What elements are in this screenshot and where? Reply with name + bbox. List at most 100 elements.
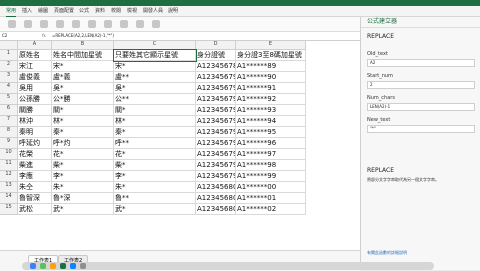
table-cell[interactable]: 關勝 [18, 105, 52, 116]
table-cell[interactable]: 秦明 [18, 127, 52, 138]
excel-icon[interactable] [60, 263, 66, 269]
number-format-icon[interactable] [72, 20, 80, 28]
table-cell[interactable]: A1******90 [236, 72, 306, 83]
tab-data[interactable]: 資料 [95, 6, 105, 16]
field-input-num-chars[interactable]: LEN(A2)-1 [367, 103, 475, 111]
table-cell[interactable]: A123456800 [196, 182, 236, 193]
row-header-2[interactable]: 2 [0, 61, 18, 72]
table-cell[interactable]: 盧** [114, 72, 196, 83]
table-cell[interactable]: A123456798 [196, 160, 236, 171]
table-cell[interactable]: 朱仝 [18, 182, 52, 193]
table-cell[interactable]: 魯** [114, 193, 196, 204]
table-cell[interactable]: A123456797 [196, 149, 236, 160]
table-cell[interactable]: 柴* [114, 160, 196, 171]
table-cell[interactable]: 武* [114, 204, 196, 215]
table-cell[interactable]: 柴* [52, 160, 114, 171]
table-cell[interactable]: 李* [114, 171, 196, 182]
table-cell[interactable]: 林沖 [18, 116, 52, 127]
table-cell[interactable]: A1******93 [236, 105, 306, 116]
table-cell[interactable]: A1******99 [236, 171, 306, 182]
table-cell[interactable]: 呼** [114, 138, 196, 149]
header-cell-id-masked[interactable]: 身分證3至8碼加星號 [236, 50, 306, 61]
table-cell[interactable]: 柴進 [18, 160, 52, 171]
table-cell[interactable]: 宋* [52, 61, 114, 72]
bold-icon[interactable] [40, 20, 48, 28]
table-cell[interactable]: 盧俊義 [18, 72, 52, 83]
table-cell[interactable]: A123456795 [196, 127, 236, 138]
column-header-a[interactable]: A [18, 41, 52, 50]
column-header-d[interactable]: D [196, 41, 236, 50]
select-all-corner[interactable] [0, 41, 18, 50]
field-input-start-num[interactable]: 2 [367, 81, 475, 89]
row-header-14[interactable]: 14 [0, 193, 18, 204]
table-cell[interactable]: 呼延灼 [18, 138, 52, 149]
sort-icon[interactable] [152, 20, 160, 28]
table-cell[interactable]: A123456801 [196, 193, 236, 204]
font-icon[interactable] [24, 20, 32, 28]
table-cell[interactable]: A123456796 [196, 138, 236, 149]
table-cell[interactable]: 盧*義 [52, 72, 114, 83]
delete-icon[interactable] [136, 20, 144, 28]
table-cell[interactable]: 李* [52, 171, 114, 182]
table-cell[interactable]: 林* [52, 116, 114, 127]
safari-icon[interactable] [70, 263, 76, 269]
table-cell[interactable]: A123456790 [196, 72, 236, 83]
table-cell[interactable]: A1******92 [236, 94, 306, 105]
table-cell[interactable]: A1******02 [236, 204, 306, 215]
row-header-7[interactable]: 7 [0, 116, 18, 127]
field-input-new-text[interactable]: "*" [367, 125, 475, 133]
help-link[interactable]: 有關此函數的詳細說明 [367, 250, 407, 256]
tab-home[interactable]: 常用 [6, 6, 17, 17]
tab-formulas[interactable]: 公式 [79, 6, 89, 16]
name-box[interactable]: C2 [2, 32, 26, 40]
table-cell[interactable]: A123456791 [196, 83, 236, 94]
table-cell[interactable]: A1******91 [236, 83, 306, 94]
table-cell[interactable]: A1******01 [236, 193, 306, 204]
row-header-12[interactable]: 12 [0, 171, 18, 182]
table-cell[interactable]: A123456802 [196, 204, 236, 215]
table-cell[interactable]: A123456792 [196, 94, 236, 105]
header-cell-id[interactable]: 身分證號 [196, 50, 236, 61]
table-cell[interactable]: 魯*深 [52, 193, 114, 204]
column-header-c[interactable]: C [114, 41, 196, 50]
table-cell[interactable]: 吳* [114, 83, 196, 94]
table-cell[interactable]: 花榮 [18, 149, 52, 160]
table-cell[interactable]: A1******98 [236, 160, 306, 171]
tab-help[interactable]: 說明 [168, 6, 178, 16]
column-header-e[interactable]: E [236, 41, 306, 50]
table-cell[interactable]: A123456793 [196, 105, 236, 116]
cell-style-icon[interactable] [88, 20, 96, 28]
table-cell[interactable]: A123456799 [196, 171, 236, 182]
table-cell[interactable]: 宋* [114, 61, 196, 72]
table-cell[interactable]: 武* [52, 204, 114, 215]
row-header-13[interactable]: 13 [0, 182, 18, 193]
table-cell[interactable]: 公孫勝 [18, 94, 52, 105]
row-header-3[interactable]: 3 [0, 72, 18, 83]
table-cell[interactable]: 秦* [52, 127, 114, 138]
tab-developer[interactable]: 開發人員 [143, 6, 163, 16]
row-header-4[interactable]: 4 [0, 83, 18, 94]
table-cell[interactable]: A1******97 [236, 149, 306, 160]
photos-icon[interactable] [50, 263, 56, 269]
align-icon[interactable] [56, 20, 64, 28]
tab-draw[interactable]: 繪圖 [38, 6, 48, 16]
table-cell[interactable]: 吳用 [18, 83, 52, 94]
table-cell[interactable]: A1******96 [236, 138, 306, 149]
table-cell[interactable]: 李應 [18, 171, 52, 182]
tab-insert[interactable]: 插入 [22, 6, 32, 16]
formula-input[interactable]: =REPLACE(A2,2,LEN(A2)-1,"*") [52, 32, 114, 40]
row-header-5[interactable]: 5 [0, 94, 18, 105]
table-cell[interactable]: A123456794 [196, 116, 236, 127]
insert-icon[interactable] [120, 20, 128, 28]
row-header-6[interactable]: 6 [0, 105, 18, 116]
table-cell[interactable]: A123456789 [196, 61, 236, 72]
settings-icon[interactable] [80, 263, 86, 269]
table-cell[interactable]: 花* [114, 149, 196, 160]
row-header-1[interactable]: 1 [0, 50, 18, 61]
field-input-old-text[interactable]: A2 [367, 59, 475, 67]
header-cell-surname-only[interactable]: 只要姓其它顯示星號 [113, 49, 197, 62]
tab-review[interactable]: 校閱 [111, 6, 121, 16]
messages-icon[interactable] [40, 263, 46, 269]
table-cell[interactable]: 公** [114, 94, 196, 105]
row-header-15[interactable]: 15 [0, 204, 18, 215]
